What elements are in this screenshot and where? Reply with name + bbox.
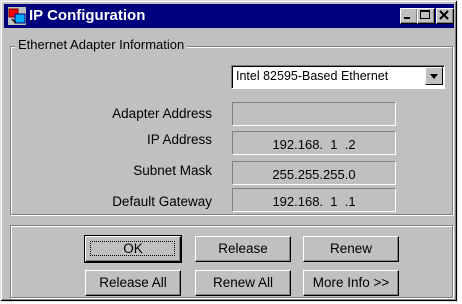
subnet-mask-value: 255.255.255.0 <box>272 167 356 182</box>
default-gateway-label: Default Gateway <box>112 194 212 209</box>
renew-button[interactable]: Renew <box>303 236 399 262</box>
ip-address-label: IP Address <box>146 132 212 147</box>
subnet-mask-label: Subnet Mask <box>133 163 212 178</box>
ok-button[interactable]: OK <box>84 235 182 263</box>
dropdown-button[interactable] <box>425 67 443 85</box>
ip-address-value: 192.168. 1 .2 <box>272 137 356 152</box>
adapter-info-group-label: Ethernet Adapter Information <box>15 37 188 53</box>
default-gateway-field: 192.168. 1 .1 <box>232 188 396 212</box>
adapter-select[interactable]: Intel 82595-Based Ethernet <box>231 65 445 89</box>
maximize-button[interactable] <box>417 8 435 24</box>
release-all-button[interactable]: Release All <box>85 270 181 296</box>
release-all-button-label: Release All <box>99 275 167 290</box>
close-icon <box>439 10 449 20</box>
chevron-down-icon <box>430 74 438 79</box>
renew-button-label: Renew <box>329 241 373 256</box>
renew-all-button[interactable]: Renew All <box>195 270 291 296</box>
adapter-address-label: Adapter Address <box>112 106 212 121</box>
subnet-mask-field: 255.255.255.0 <box>232 161 396 185</box>
ip-config-window: IP Configuration Ethernet Adapter Inform… <box>0 0 458 302</box>
minimize-icon <box>404 17 410 19</box>
title-bar[interactable]: IP Configuration <box>4 4 454 28</box>
ip-address-field: 192.168. 1 .2 <box>232 131 396 155</box>
more-info-button-label: More Info >> <box>312 275 390 290</box>
renew-all-button-label: Renew All <box>212 275 274 290</box>
minimize-button[interactable] <box>400 8 418 24</box>
default-gateway-value: 192.168. 1 .1 <box>272 194 356 209</box>
network-app-icon <box>8 7 26 25</box>
release-button-label: Release <box>218 241 268 256</box>
release-button[interactable]: Release <box>195 236 291 262</box>
more-info-button[interactable]: More Info >> <box>303 270 399 296</box>
adapter-address-field <box>232 102 396 126</box>
adapter-select-value: Intel 82595-Based Ethernet <box>236 69 389 83</box>
maximize-icon <box>420 10 430 19</box>
close-button[interactable] <box>436 8 454 24</box>
focus-rect <box>90 241 175 256</box>
window-title: IP Configuration <box>29 7 146 24</box>
